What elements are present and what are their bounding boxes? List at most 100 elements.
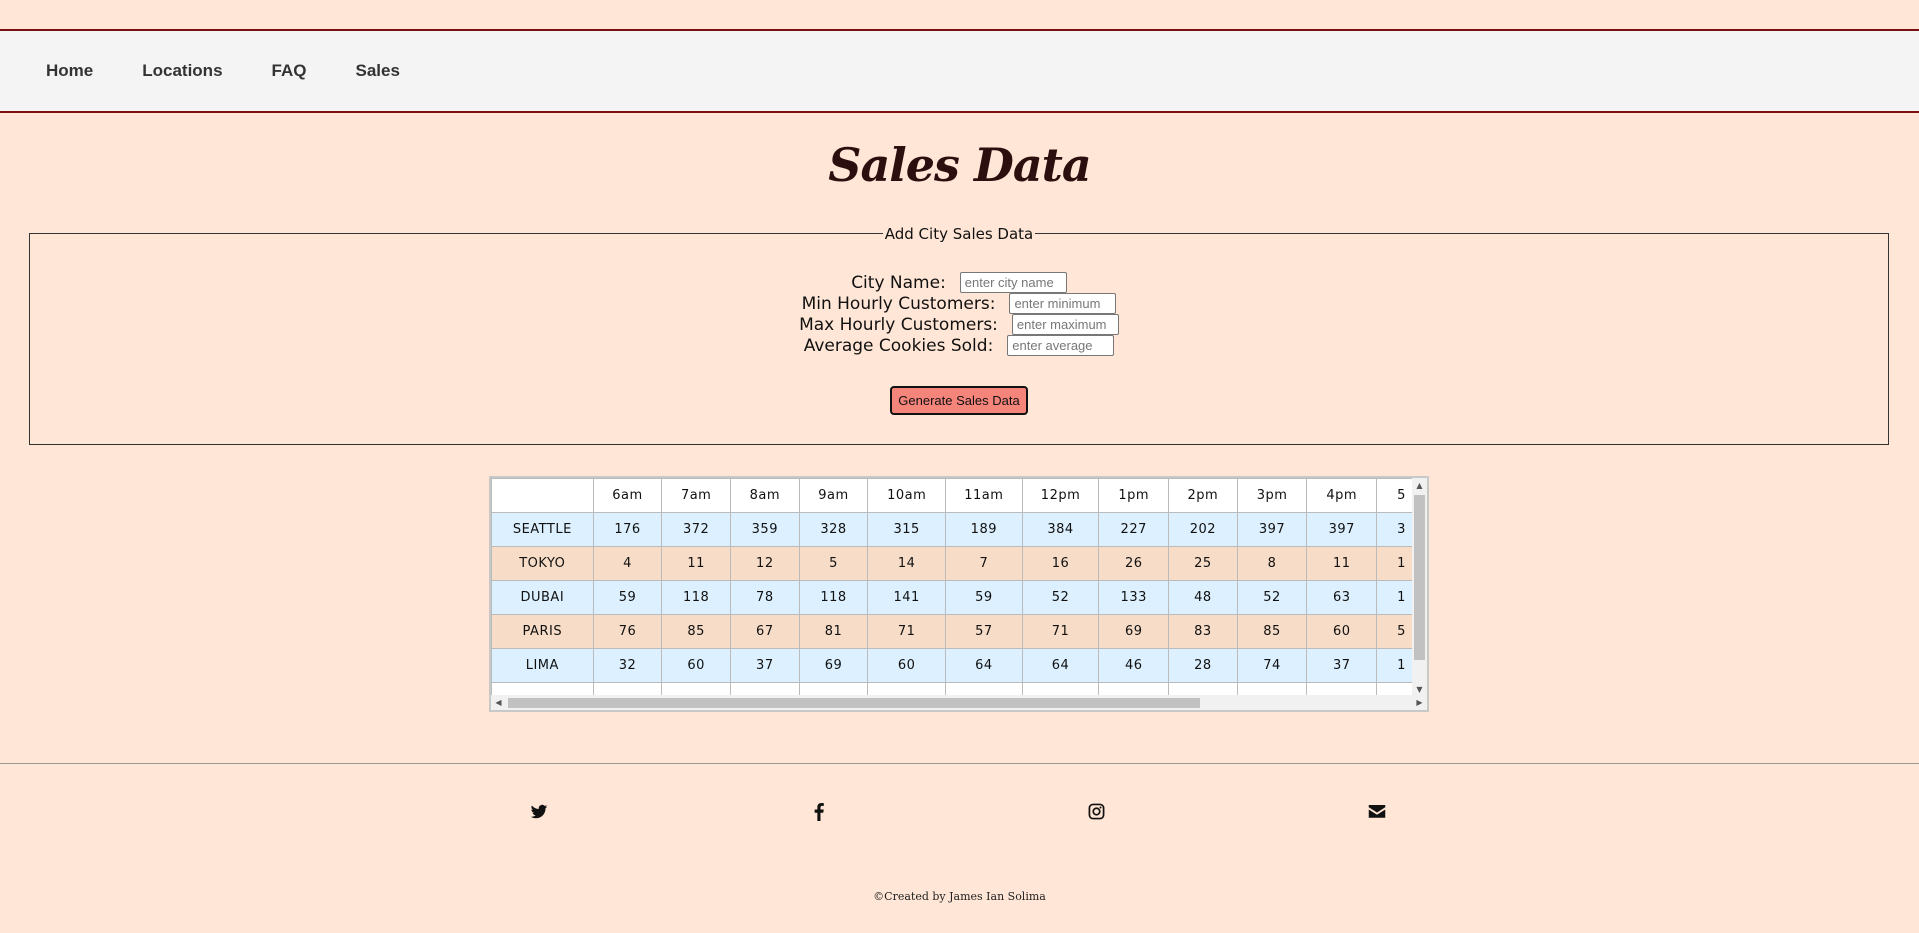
table-cell: 69 (1098, 614, 1170, 649)
table-header-cell: 7am (661, 478, 731, 513)
table-cell: 78 (729, 580, 800, 615)
table-cell: 46 (1098, 648, 1170, 683)
table-cell: 359 (729, 512, 800, 547)
table-row: TOKYO 4 11 12 5 14 7 16 26 25 8 11 1 (491, 546, 1427, 581)
table-header-cell: 12pm (1021, 478, 1100, 513)
table-cell: 52 (1021, 580, 1100, 615)
table-row: LIMA 32 60 37 69 60 64 64 46 28 74 37 1 (491, 648, 1427, 683)
table-vertical-scrollbar[interactable]: ▲ ▼ (1412, 478, 1427, 697)
max-customers-row: Max Hourly Customers: (30, 314, 1888, 335)
table-header-cell: 3pm (1236, 478, 1308, 513)
table-cell: 176 (592, 512, 663, 547)
email-icon[interactable] (1368, 803, 1388, 823)
table-header-cell: 9am (798, 478, 869, 513)
nav-sales-link[interactable]: Sales (355, 61, 399, 81)
table-cell: 328 (798, 512, 869, 547)
table-cell: 85 (661, 614, 731, 649)
table-cell: 83 (1168, 614, 1238, 649)
max-customers-label: Max Hourly Customers: (799, 314, 998, 335)
table-cell: 5 (798, 546, 869, 581)
vertical-scroll-thumb[interactable] (1414, 495, 1425, 660)
table-cell: 69 (798, 648, 869, 683)
table-cell: 67 (729, 614, 800, 649)
table-cell: 141 (867, 580, 946, 615)
table-cell: 397 (1236, 512, 1308, 547)
avg-cookies-input[interactable] (1007, 335, 1115, 356)
table-row-city: DUBAI (491, 580, 594, 615)
form-legend: Add City Sales Data (30, 224, 1888, 243)
nav-home-link[interactable]: Home (46, 61, 93, 81)
table-cell: 202 (1168, 512, 1238, 547)
scroll-left-arrow-icon[interactable]: ◀ (491, 695, 506, 710)
nav-locations-link[interactable]: Locations (142, 61, 222, 81)
add-city-form: Add City Sales Data City Name: Min Hourl… (29, 225, 1889, 445)
table-cell: 60 (867, 648, 946, 683)
table-cell: 71 (867, 614, 946, 649)
scroll-right-arrow-icon[interactable]: ▶ (1412, 695, 1427, 710)
table-header-cell: 8am (729, 478, 800, 513)
horizontal-scroll-thumb[interactable] (508, 698, 1200, 708)
table-cell: 16 (1021, 546, 1100, 581)
table-row: DUBAI 59 118 78 118 141 59 52 133 48 52 … (491, 580, 1427, 615)
table-row-city: TOKYO (491, 546, 594, 581)
table-cell: 315 (867, 512, 946, 547)
table-cell: 25 (1168, 546, 1238, 581)
table-cell: 12 (729, 546, 800, 581)
table-cell: 26 (1098, 546, 1170, 581)
table-cell: 81 (798, 614, 869, 649)
table-cell: 63 (1306, 580, 1378, 615)
table-cell: 11 (1306, 546, 1378, 581)
table-cell: 64 (1021, 648, 1100, 683)
max-customers-input[interactable] (1011, 314, 1119, 335)
city-name-input[interactable] (959, 272, 1067, 293)
table-header-cell: 11am (945, 478, 1023, 513)
table-cell: 14 (867, 546, 946, 581)
table-cell: 32 (592, 648, 663, 683)
table-cell: 59 (945, 580, 1023, 615)
form-legend-text: Add City Sales Data (882, 225, 1036, 243)
table-cell: 133 (1098, 580, 1170, 615)
table-cell: 7 (945, 546, 1023, 581)
table-row: PARIS 76 85 67 81 71 57 71 69 83 85 60 5 (491, 614, 1427, 649)
table-row-city: SEATTLE (491, 512, 594, 547)
page-title: Sales Data (828, 138, 1091, 192)
table-cell: 118 (661, 580, 731, 615)
table-header-cell: 4pm (1306, 478, 1378, 513)
table-cell: 11 (661, 546, 731, 581)
table-header-cell: 1pm (1098, 478, 1170, 513)
generate-sales-button[interactable]: Generate Sales Data (890, 386, 1028, 415)
table-cell: 57 (945, 614, 1023, 649)
table-cell: 74 (1236, 648, 1308, 683)
scroll-up-arrow-icon[interactable]: ▲ (1412, 478, 1427, 493)
sales-table-container[interactable]: 6am 7am 8am 9am 10am 11am 12pm 1pm 2pm 3… (489, 476, 1429, 712)
avg-cookies-row: Average Cookies Sold: (30, 335, 1888, 356)
table-header-cell: 2pm (1168, 478, 1238, 513)
footer-divider (0, 763, 1919, 764)
nav-faq-link[interactable]: FAQ (272, 61, 307, 81)
table-cell: 37 (1306, 648, 1378, 683)
table-cell: 118 (798, 580, 869, 615)
table-cell: 59 (592, 580, 663, 615)
sales-table: 6am 7am 8am 9am 10am 11am 12pm 1pm 2pm 3… (491, 478, 1427, 710)
instagram-icon[interactable] (1088, 803, 1108, 823)
table-cell: 60 (661, 648, 731, 683)
min-customers-input[interactable] (1009, 293, 1117, 314)
avg-cookies-label: Average Cookies Sold: (803, 335, 994, 356)
min-customers-row: Min Hourly Customers: (30, 293, 1888, 314)
table-row-city: PARIS (491, 614, 594, 649)
table-horizontal-scrollbar[interactable]: ◀ ▶ (491, 695, 1427, 710)
table-corner-cell (491, 478, 594, 513)
twitter-icon[interactable] (530, 803, 550, 823)
table-cell: 4 (592, 546, 663, 581)
facebook-icon[interactable] (812, 803, 832, 823)
table-cell: 372 (661, 512, 731, 547)
city-name-label: City Name: (851, 272, 946, 293)
table-header-cell: 10am (867, 478, 946, 513)
table-cell: 52 (1236, 580, 1308, 615)
table-cell: 71 (1021, 614, 1100, 649)
table-cell: 8 (1236, 546, 1308, 581)
table-row-city: LIMA (491, 648, 594, 683)
table-header-cell: 6am (592, 478, 663, 513)
copyright-text: ©Created by James Ian Solima (873, 890, 1046, 903)
table-cell: 76 (592, 614, 663, 649)
